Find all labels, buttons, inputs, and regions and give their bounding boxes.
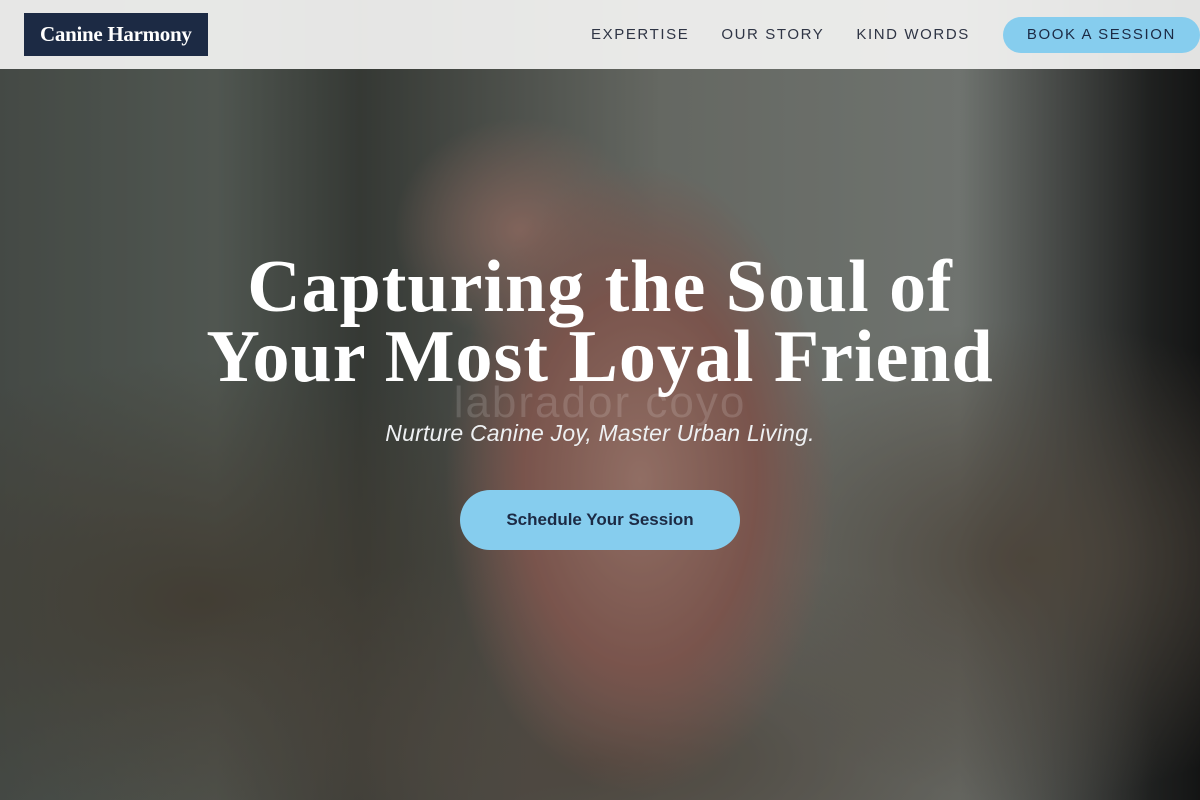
schedule-session-button[interactable]: Schedule Your Session [460,490,740,550]
hero-title: Capturing the Soul of Your Most Loyal Fr… [0,250,1200,394]
main-nav: EXPERTISE OUR STORY KIND WORDS BOOK A SE… [591,16,1200,53]
nav-link-kind-words[interactable]: KIND WORDS [856,26,970,43]
book-session-button[interactable]: BOOK A SESSION [1002,16,1200,53]
nav-link-our-story[interactable]: OUR STORY [721,26,824,43]
hero-subtitle: Nurture Canine Joy, Master Urban Living. [385,420,815,446]
nav-link-expertise[interactable]: EXPERTISE [591,26,689,43]
site-logo[interactable]: Canine Harmony [24,13,208,56]
site-header: Canine Harmony EXPERTISE OUR STORY KIND … [0,0,1200,69]
hero-title-line-2: Your Most Loyal Friend [206,316,994,398]
